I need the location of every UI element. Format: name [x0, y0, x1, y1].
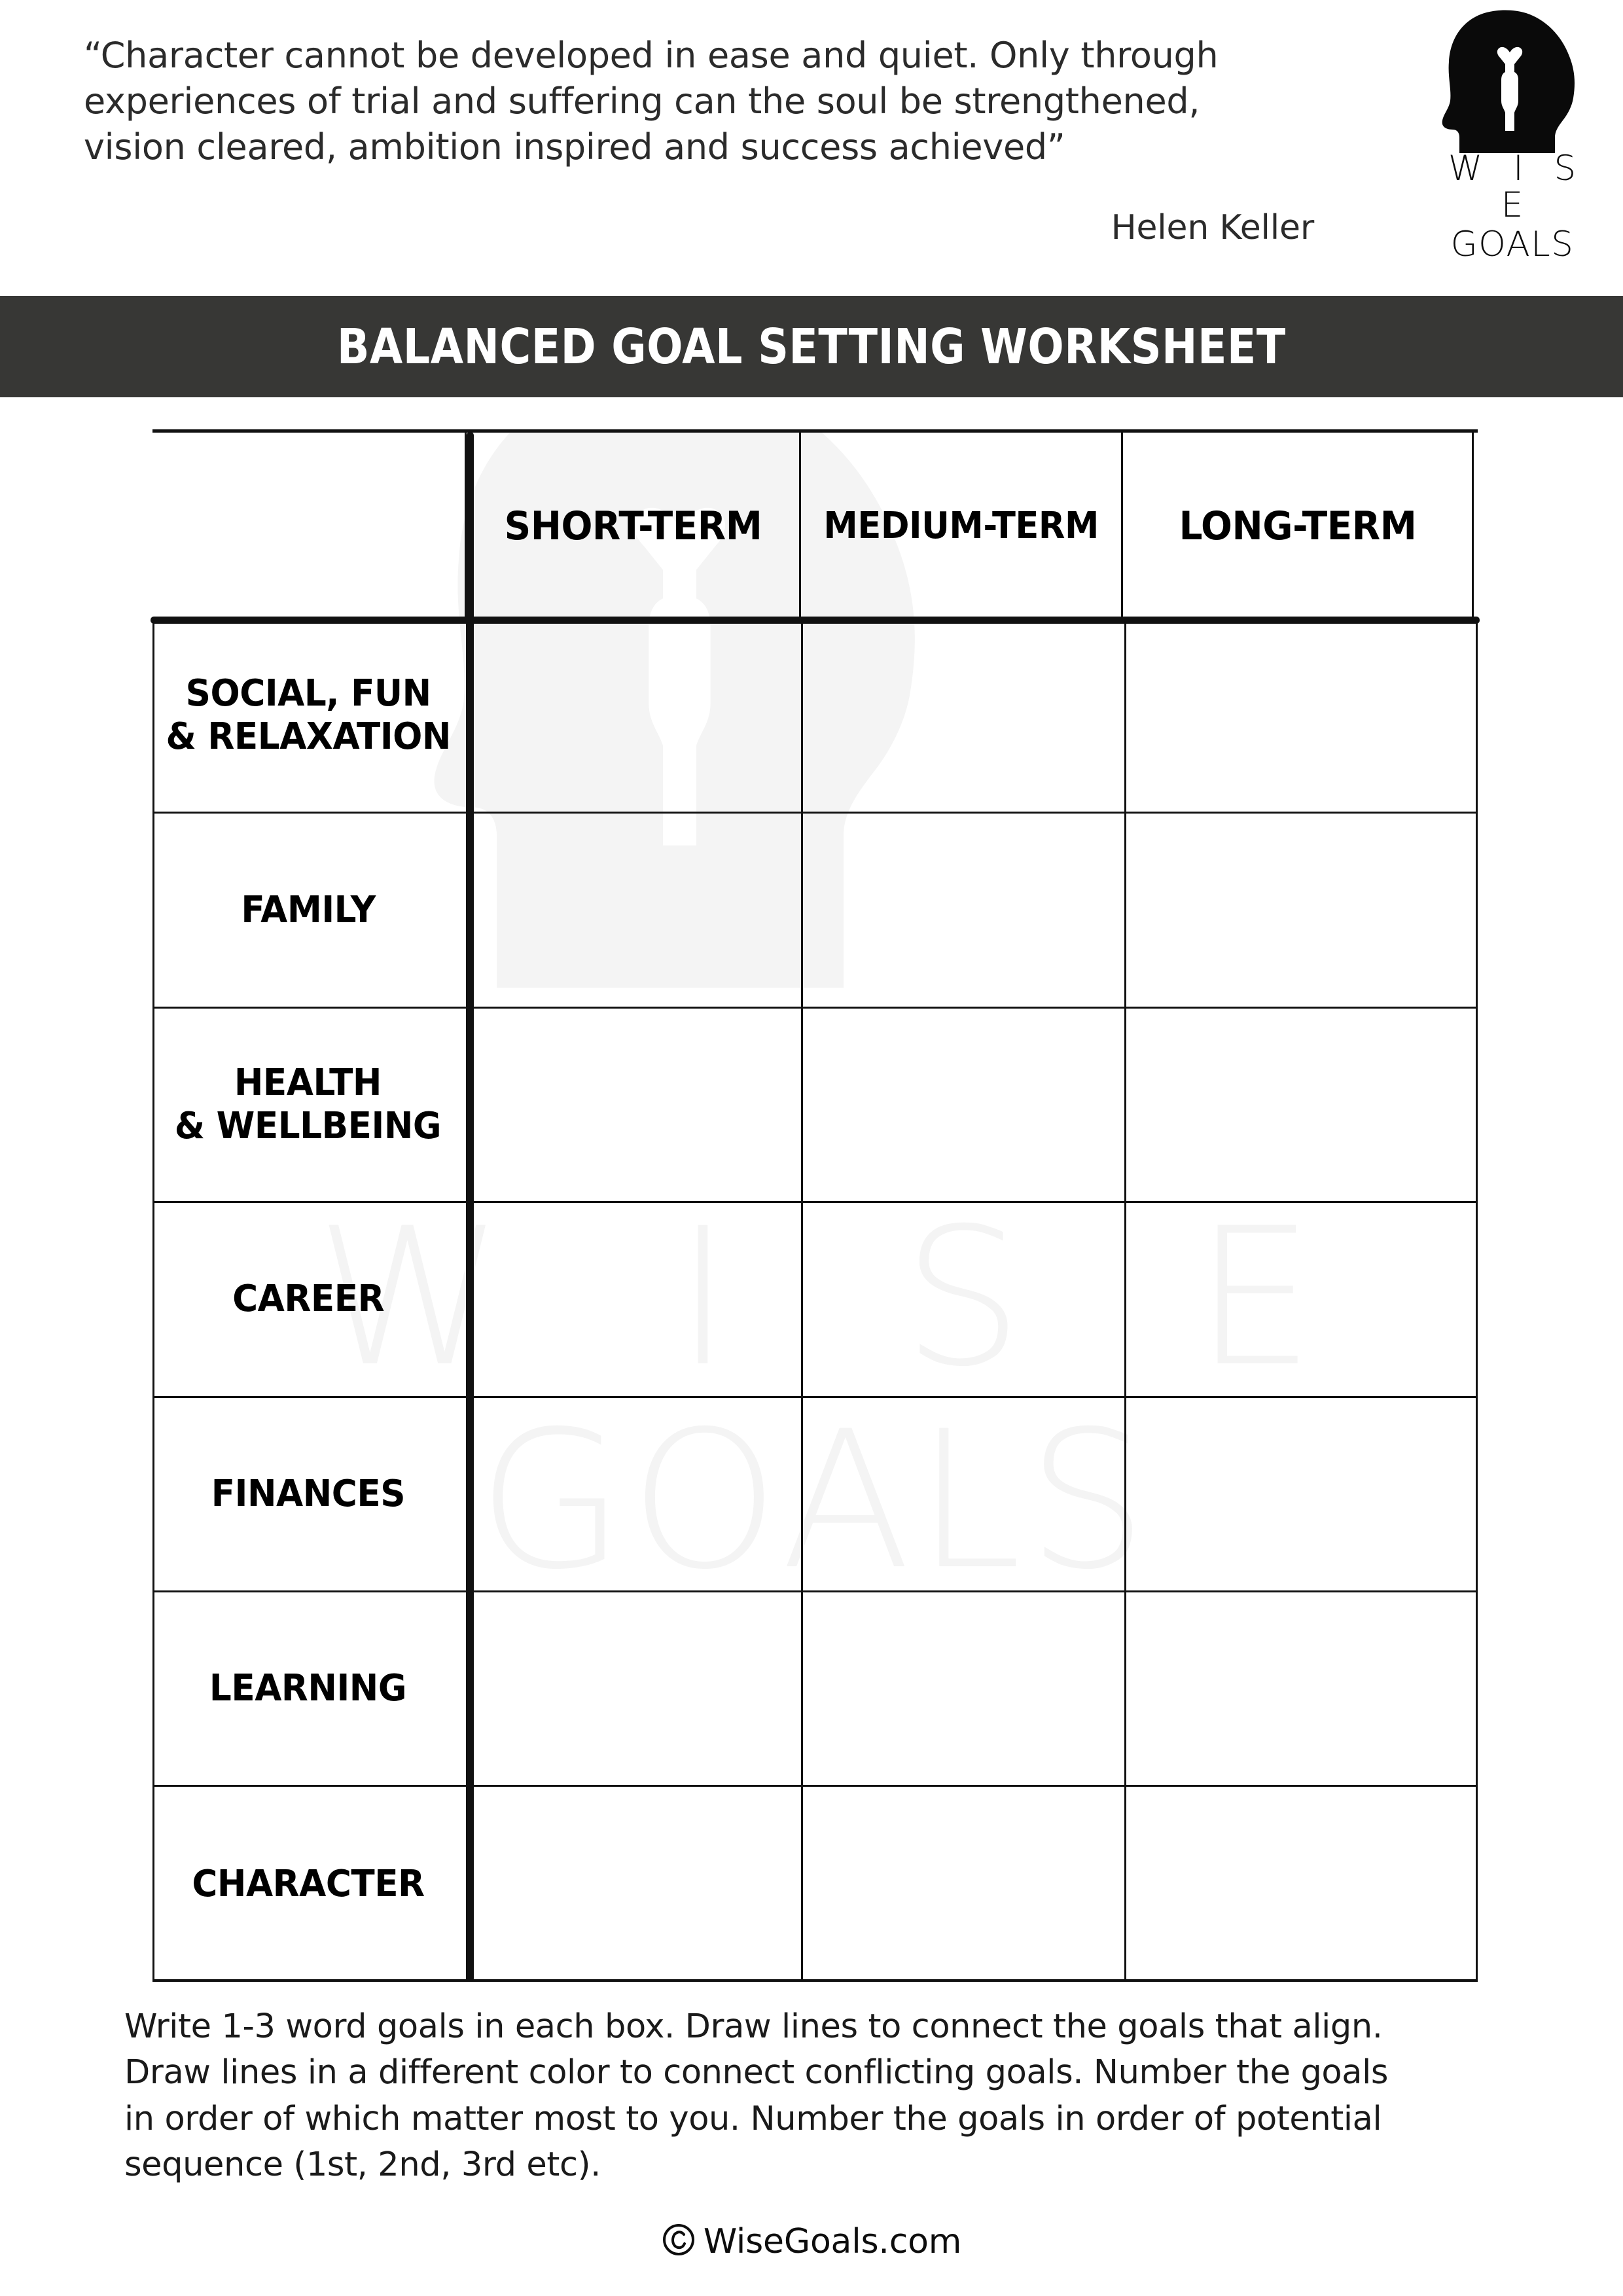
goal-cell-character-short-term[interactable]	[465, 1787, 801, 1982]
goal-cell-social-medium-term[interactable]	[801, 619, 1124, 812]
row-label-learning: LEARNING	[209, 1667, 407, 1710]
column-header-short-term: SHORT-TERM	[465, 433, 801, 619]
title-bar: BALANCED GOAL SETTING WORKSHEET	[0, 296, 1623, 397]
goal-cell-health-medium-term[interactable]	[801, 1008, 1124, 1202]
row-label-career: CAREER	[232, 1278, 384, 1321]
goal-cell-family-long-term[interactable]	[1124, 814, 1476, 1007]
goal-cell-career-short-term[interactable]	[465, 1203, 801, 1396]
quote-attribution: Helen Keller	[1111, 208, 1315, 247]
table-row: CAREER	[154, 1203, 1476, 1398]
table-row: SOCIAL, FUN & RELAXATION	[154, 619, 1476, 814]
grid-header-row: SHORT-TERM MEDIUM-TERM LONG-TERM	[152, 429, 1478, 619]
row-label-family: FAMILY	[241, 888, 376, 931]
grid-thick-vertical-divider	[467, 432, 474, 1982]
logo-wise-text: W I S E	[1448, 149, 1586, 225]
goal-cell-social-short-term[interactable]	[465, 619, 801, 812]
header-area: “Character cannot be developed in ease a…	[0, 0, 1623, 296]
head-silhouette-icon	[1424, 9, 1601, 153]
goal-cell-family-medium-term[interactable]	[801, 814, 1124, 1007]
table-row: FINANCES	[154, 1397, 1476, 1592]
page-title: BALANCED GOAL SETTING WORKSHEET	[337, 318, 1286, 375]
row-label-finances: FINANCES	[211, 1472, 406, 1515]
goal-cell-career-long-term[interactable]	[1124, 1203, 1476, 1396]
goal-cell-learning-short-term[interactable]	[465, 1592, 801, 1785]
copyright-icon	[662, 2223, 696, 2265]
goal-cell-social-long-term[interactable]	[1124, 619, 1476, 812]
goal-cell-family-short-term[interactable]	[465, 814, 801, 1007]
goal-cell-finances-medium-term[interactable]	[801, 1397, 1124, 1590]
goal-grid: SHORT-TERM MEDIUM-TERM LONG-TERM SOCIAL,…	[151, 429, 1480, 1982]
goal-cell-learning-long-term[interactable]	[1124, 1592, 1476, 1785]
row-label-social-fun-relaxation: SOCIAL, FUN & RELAXATION	[166, 672, 451, 759]
wisegoals-logo: W I S E GOALS	[1424, 9, 1601, 264]
goal-cell-finances-short-term[interactable]	[465, 1397, 801, 1590]
quote-text: “Character cannot be developed in ease a…	[84, 35, 1219, 168]
table-row: CHARACTER	[154, 1787, 1476, 1982]
logo-goals-text: GOALS	[1450, 224, 1575, 265]
quote-block: “Character cannot be developed in ease a…	[84, 33, 1314, 171]
column-header-medium-term: MEDIUM-TERM	[799, 433, 1123, 619]
footer-site-text: WiseGoals.com	[703, 2222, 962, 2261]
footer: WiseGoals.com	[0, 2222, 1623, 2265]
goal-cell-character-medium-term[interactable]	[801, 1787, 1124, 1982]
goal-cell-health-short-term[interactable]	[465, 1008, 801, 1202]
goal-cell-career-medium-term[interactable]	[801, 1203, 1124, 1396]
table-row: FAMILY	[154, 814, 1476, 1009]
goal-cell-learning-medium-term[interactable]	[801, 1592, 1124, 1785]
table-row: HEALTH & WELLBEING	[154, 1008, 1476, 1204]
grid-corner-cell	[152, 433, 467, 619]
row-label-character: CHARACTER	[192, 1863, 425, 1905]
goal-cell-health-long-term[interactable]	[1124, 1008, 1476, 1202]
column-header-long-term: LONG-TERM	[1121, 433, 1474, 619]
row-label-health-wellbeing: HEALTH & WELLBEING	[175, 1061, 442, 1147]
goal-cell-finances-long-term[interactable]	[1124, 1397, 1476, 1590]
grid-thick-horizontal-divider	[151, 617, 1480, 624]
logo-wordmark: W I S E GOALS	[1424, 151, 1601, 267]
instructions-text: Write 1-3 word goals in each box. Draw l…	[124, 2007, 1389, 2185]
goal-cell-character-long-term[interactable]	[1124, 1787, 1476, 1982]
grid-body: SOCIAL, FUN & RELAXATION FAMILY HEALTH &…	[152, 619, 1478, 1982]
table-row: LEARNING	[154, 1592, 1476, 1787]
